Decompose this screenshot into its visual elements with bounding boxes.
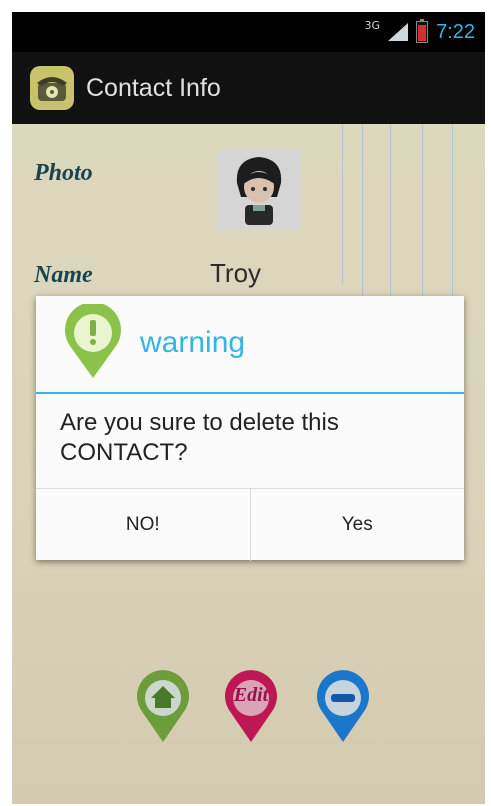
clock: 7:22 <box>436 20 475 43</box>
signal-icon <box>388 23 409 41</box>
status-bar: 3G 7:22 <box>12 12 485 52</box>
telephone-icon[interactable] <box>30 66 74 110</box>
screen-title: Contact Info <box>86 73 221 102</box>
dialog-divider <box>36 392 464 394</box>
warning-dialog: warning Are you sure to delete this CONT… <box>36 296 464 561</box>
phone-screen: 3G 7:22 Contact Info Photo Name Troy Edi… <box>12 12 485 804</box>
battery-icon <box>416 19 429 43</box>
network-type: 3G <box>364 18 381 32</box>
warning-pin-icon <box>60 302 126 380</box>
yes-button[interactable]: Yes <box>249 489 465 561</box>
dialog-header: warning <box>36 296 464 394</box>
no-button[interactable]: NO! <box>36 489 250 561</box>
dialog-title: warning <box>140 326 246 359</box>
action-bar: Contact Info <box>12 52 485 124</box>
dialog-message: Are you sure to delete this CONTACT? <box>60 409 339 466</box>
dialog-button-row: NO! Yes <box>36 488 464 561</box>
